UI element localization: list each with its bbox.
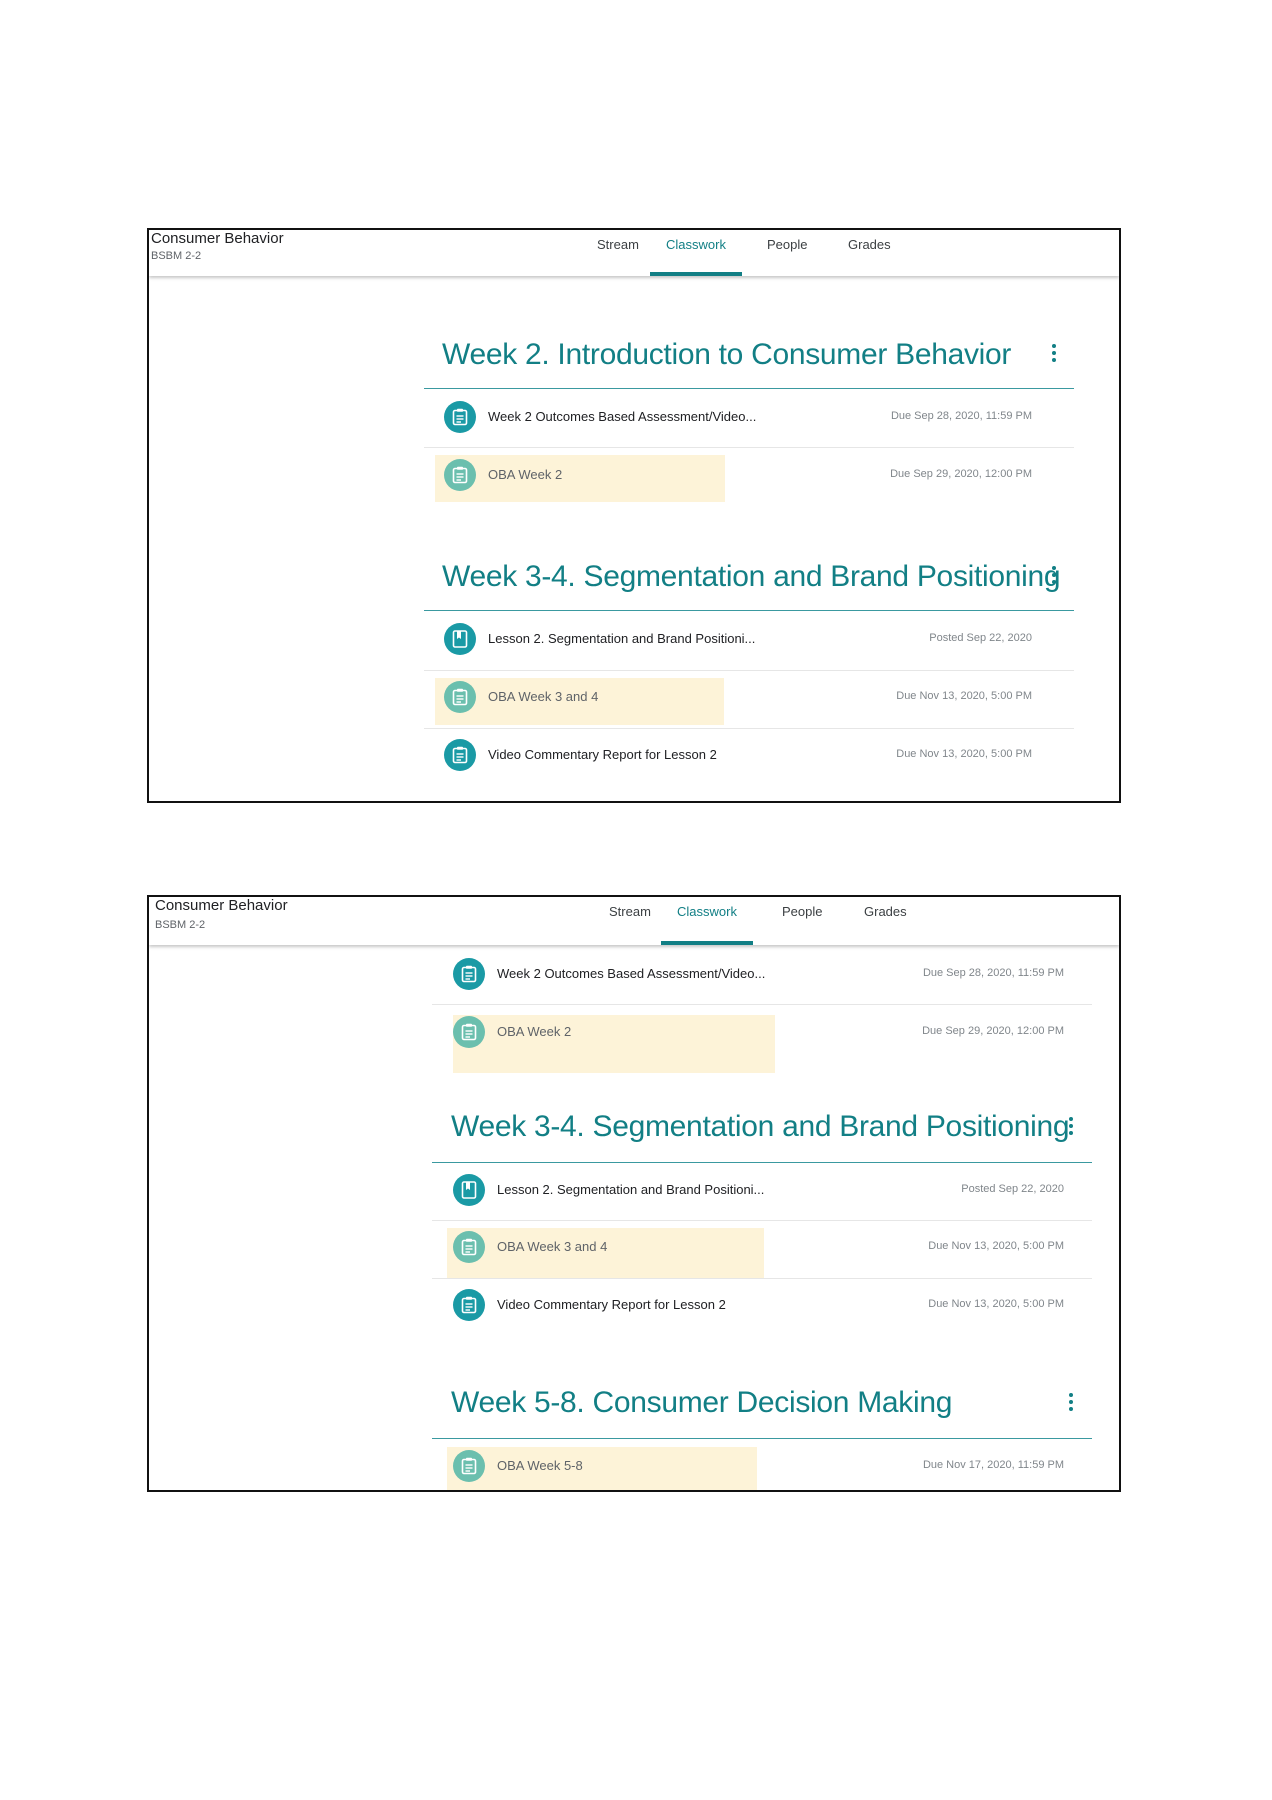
classwork-item[interactable]: Lesson 2. Segmentation and Brand Positio…	[444, 623, 1074, 659]
topic-title: Week 2. Introduction to Consumer Behavio…	[442, 338, 1012, 371]
item-title: OBA Week 2	[488, 467, 563, 482]
topic-more-icon[interactable]	[1046, 342, 1062, 366]
topic-divider	[424, 388, 1074, 389]
item-title: Lesson 2. Segmentation and Brand Positio…	[488, 631, 756, 646]
tab-people[interactable]: People	[766, 905, 838, 945]
assignment-icon	[453, 1450, 485, 1482]
tab-bar: Stream Classwork People Grades	[149, 897, 1119, 945]
item-title: Video Commentary Report for Lesson 2	[488, 747, 717, 762]
item-posted-date: Posted Sep 22, 2020	[929, 632, 1032, 644]
classwork-item[interactable]: Lesson 2. Segmentation and Brand Positio…	[453, 1174, 1093, 1210]
item-title: OBA Week 2	[497, 1024, 572, 1039]
classwork-item[interactable]: Week 2 Outcomes Based Assessment/Video..…	[444, 401, 1074, 437]
item-due-date: Due Nov 13, 2020, 5:00 PM	[928, 1298, 1064, 1310]
tab-classwork[interactable]: Classwork	[661, 905, 753, 945]
tab-people[interactable]: People	[751, 238, 823, 276]
topic-title: Week 5-8. Consumer Decision Making	[451, 1386, 953, 1419]
item-due-date: Due Nov 13, 2020, 5:00 PM	[896, 690, 1032, 702]
item-title: OBA Week 3 and 4	[497, 1239, 608, 1254]
classwork-item[interactable]: OBA Week 3 and 4 Due Nov 13, 2020, 5:00 …	[444, 681, 1074, 717]
assignment-icon	[453, 1016, 485, 1048]
assignment-icon	[453, 958, 485, 990]
item-title: Lesson 2. Segmentation and Brand Positio…	[497, 1182, 765, 1197]
assignment-icon	[444, 681, 476, 713]
item-due-date: Due Nov 13, 2020, 5:00 PM	[896, 748, 1032, 760]
classwork-item[interactable]: OBA Week 2 Due Sep 29, 2020, 12:00 PM	[453, 1016, 1093, 1052]
classwork-item[interactable]: OBA Week 2 Due Sep 29, 2020, 12:00 PM	[444, 459, 1074, 495]
item-title: OBA Week 5-8	[497, 1458, 583, 1473]
assignment-icon	[444, 401, 476, 433]
topic-title: Week 3-4. Segmentation and Brand Positio…	[442, 560, 1061, 593]
material-icon	[444, 623, 476, 655]
material-icon	[453, 1174, 485, 1206]
classwork-item[interactable]: Video Commentary Report for Lesson 2 Due…	[444, 739, 1074, 775]
item-title: Video Commentary Report for Lesson 2	[497, 1297, 726, 1312]
topic-divider	[424, 610, 1074, 611]
item-divider	[424, 447, 1074, 448]
item-due-date: Due Sep 28, 2020, 11:59 PM	[922, 967, 1064, 979]
tab-stream[interactable]: Stream	[593, 905, 667, 945]
item-title: OBA Week 3 and 4	[488, 689, 599, 704]
topic-more-icon[interactable]	[1046, 564, 1062, 588]
classwork-item[interactable]: Week 2 Outcomes Based Assessment/Video..…	[453, 958, 1093, 994]
top-app-bar: Consumer Behavior BSBM 2-2 Stream Classw…	[149, 897, 1119, 945]
classroom-screenshot-1: Consumer Behavior BSBM 2-2 Stream Classw…	[147, 228, 1121, 803]
assignment-icon	[453, 1289, 485, 1321]
item-posted-date: Posted Sep 22, 2020	[961, 1183, 1064, 1195]
item-due-date: Due Nov 17, 2020, 11:59 PM	[922, 1459, 1064, 1471]
tab-grades[interactable]: Grades	[848, 905, 923, 945]
item-divider	[424, 670, 1074, 671]
item-divider	[432, 1004, 1092, 1005]
tab-classwork[interactable]: Classwork	[650, 238, 742, 276]
item-due-date: Due Sep 29, 2020, 12:00 PM	[890, 468, 1032, 480]
assignment-icon	[453, 1231, 485, 1263]
item-divider	[432, 1220, 1092, 1221]
item-title: Week 2 Outcomes Based Assessment/Video..…	[488, 409, 757, 424]
top-app-bar: Consumer Behavior BSBM 2-2 Stream Classw…	[149, 230, 1119, 276]
topic-title: Week 3-4. Segmentation and Brand Positio…	[451, 1110, 1070, 1143]
classwork-item[interactable]: OBA Week 3 and 4 Due Nov 13, 2020, 5:00 …	[453, 1231, 1093, 1267]
tab-bar: Stream Classwork People Grades	[149, 230, 1119, 276]
assignment-icon	[444, 459, 476, 491]
classwork-item[interactable]: Video Commentary Report for Lesson 2 Due…	[453, 1289, 1093, 1325]
item-divider	[432, 1278, 1092, 1279]
item-due-date: Due Nov 13, 2020, 5:00 PM	[928, 1240, 1064, 1252]
topic-divider	[432, 1438, 1092, 1439]
tab-grades[interactable]: Grades	[832, 238, 907, 276]
assignment-icon	[444, 739, 476, 771]
item-due-date: Due Sep 28, 2020, 11:59 PM	[890, 410, 1032, 422]
topic-more-icon[interactable]	[1063, 1115, 1079, 1139]
classroom-screenshot-2: Consumer Behavior BSBM 2-2 Stream Classw…	[147, 895, 1121, 1492]
item-title: Week 2 Outcomes Based Assessment/Video..…	[497, 966, 766, 981]
classwork-item[interactable]: OBA Week 5-8 Due Nov 17, 2020, 11:59 PM	[453, 1450, 1093, 1486]
item-due-date: Due Sep 29, 2020, 12:00 PM	[922, 1025, 1064, 1037]
tab-stream[interactable]: Stream	[581, 238, 655, 276]
topic-divider	[432, 1162, 1092, 1163]
topic-more-icon[interactable]	[1063, 1391, 1079, 1415]
item-divider	[424, 728, 1074, 729]
